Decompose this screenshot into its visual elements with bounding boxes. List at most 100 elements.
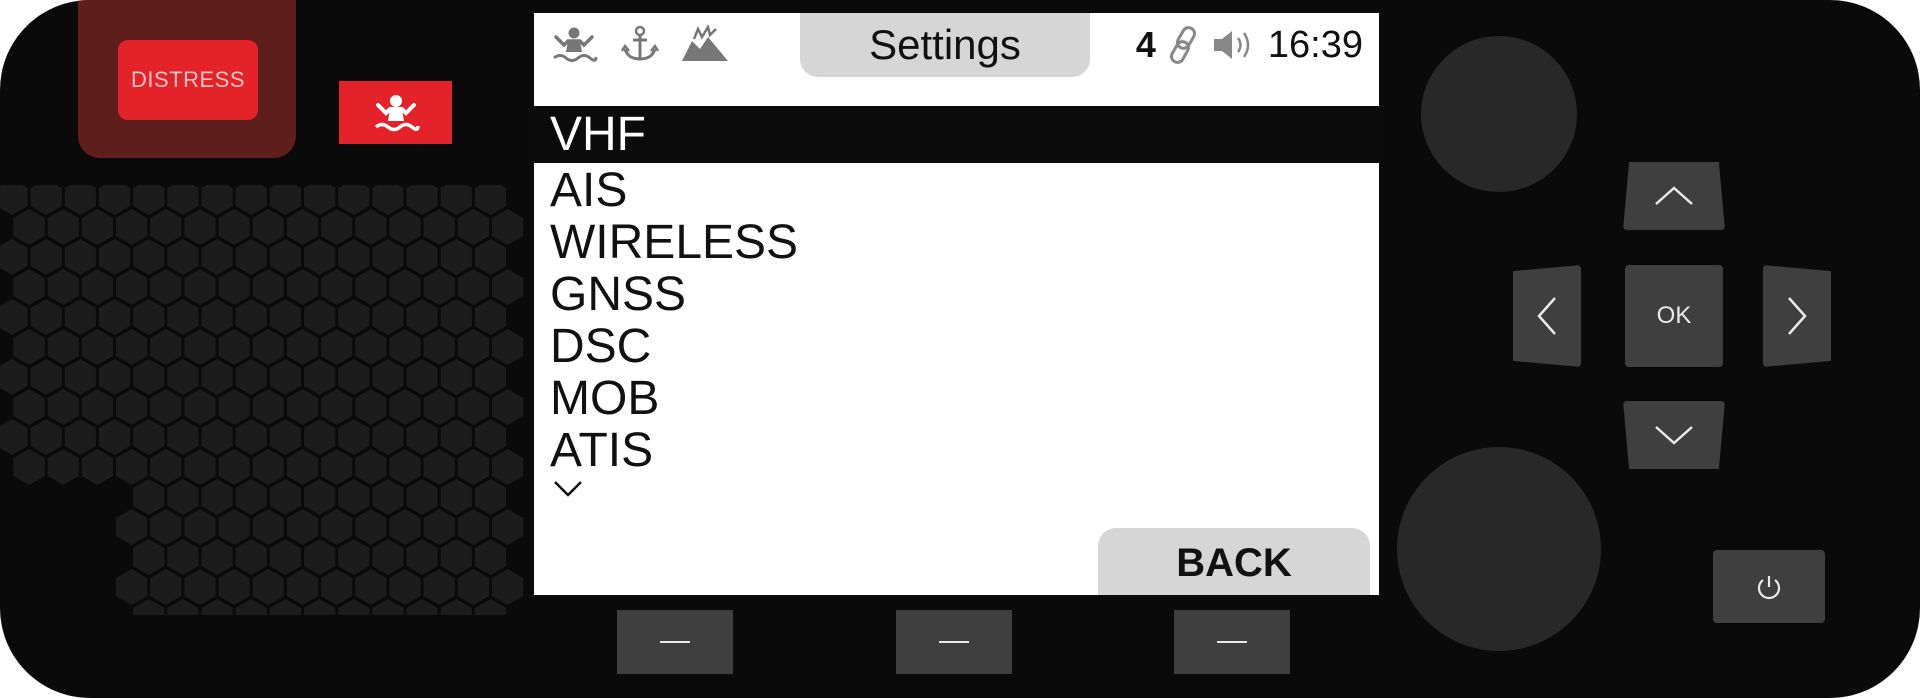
grille-hole	[98, 185, 131, 215]
grille-hole	[201, 419, 233, 455]
grille-hole	[492, 329, 524, 365]
grille-hole	[116, 209, 148, 245]
grille-hole	[269, 539, 301, 575]
grille-hole	[201, 239, 233, 275]
menu-item-wireless[interactable]: WIRELESS	[534, 217, 1379, 269]
grille-hole	[286, 209, 319, 245]
menu-item-ais[interactable]: AIS	[534, 165, 1379, 217]
clock: 16:39	[1267, 23, 1363, 66]
grille-hole	[201, 359, 233, 395]
speaker-icon	[1213, 31, 1250, 59]
settings-menu: VHF AIS WIRELESS GNSS DSC MOB ATIS	[534, 106, 1379, 477]
volume-knob[interactable]	[1421, 36, 1577, 192]
grille-hole	[440, 359, 472, 395]
nav-down-button[interactable]	[1623, 401, 1725, 469]
grille-hole	[13, 449, 45, 485]
grille-hole	[389, 569, 421, 605]
grille-hole	[184, 509, 216, 545]
page-title: Settings	[800, 13, 1090, 77]
grille-hole	[201, 539, 233, 575]
grille-hole	[252, 269, 284, 305]
soft-key-middle[interactable]	[896, 610, 1012, 674]
nav-left-button[interactable]	[1513, 265, 1581, 367]
grille-hole	[167, 185, 199, 215]
nav-right-button[interactable]	[1763, 265, 1831, 367]
grille-hole	[338, 185, 370, 215]
grille-hole	[474, 479, 507, 515]
grille-hole	[286, 569, 319, 605]
grille-hole	[218, 509, 250, 545]
grille-hole	[304, 239, 336, 275]
grille-hole	[218, 329, 250, 365]
distress-button[interactable]: DISTRESS	[118, 40, 258, 120]
grille-hole	[98, 419, 131, 455]
grille-hole	[423, 509, 455, 545]
grille-hole	[150, 329, 182, 365]
grille-hole	[474, 539, 507, 575]
grille-hole	[389, 389, 421, 425]
grille-hole	[252, 209, 284, 245]
soft-key-right[interactable]	[1174, 610, 1290, 674]
nav-up-button[interactable]	[1623, 162, 1725, 230]
grille-hole	[269, 239, 301, 275]
grille-hole	[150, 509, 182, 545]
grille-hole	[492, 509, 524, 545]
channel-knob[interactable]	[1397, 447, 1601, 651]
menu-item-mob[interactable]: MOB	[534, 373, 1379, 425]
grille-hole	[30, 359, 62, 395]
grille-hole	[474, 419, 507, 455]
menu-item-atis[interactable]: ATIS	[534, 425, 1379, 477]
grille-hole	[423, 449, 455, 485]
grille-hole	[474, 299, 507, 335]
grille-hole	[321, 329, 353, 365]
grille-hole	[81, 389, 113, 425]
grille-hole	[304, 539, 336, 575]
soft-key-left[interactable]	[617, 610, 733, 674]
grille-hole	[235, 299, 267, 335]
grille-hole	[492, 389, 524, 425]
grille-hole	[235, 239, 267, 275]
grille-hole	[150, 209, 182, 245]
menu-item-vhf[interactable]: VHF	[534, 106, 1379, 163]
grille-hole	[13, 389, 45, 425]
grille-hole	[218, 389, 250, 425]
grille-hole	[355, 509, 387, 545]
grille-hole	[218, 209, 250, 245]
mob-button[interactable]	[339, 81, 452, 144]
grille-hole	[457, 509, 489, 545]
grille-hole	[389, 449, 421, 485]
grille-hole	[355, 449, 387, 485]
grille-hole	[235, 539, 267, 575]
grille-hole	[269, 185, 301, 215]
grille-hole	[150, 569, 182, 605]
grille-hole	[423, 269, 455, 305]
grille-hole	[184, 569, 216, 605]
grille-hole	[474, 239, 507, 275]
grille-hole	[474, 185, 507, 215]
grille-hole	[389, 209, 421, 245]
grille-hole	[440, 185, 472, 215]
grille-hole	[406, 479, 438, 515]
ok-button[interactable]: OK	[1625, 265, 1723, 367]
menu-item-gnss[interactable]: GNSS	[534, 269, 1379, 321]
grille-hole	[116, 509, 148, 545]
link-icon	[1169, 26, 1196, 64]
grille-hole	[321, 389, 353, 425]
grille-hole	[304, 479, 336, 515]
grille-hole	[0, 185, 28, 215]
grille-hole	[457, 449, 489, 485]
grille-hole	[304, 359, 336, 395]
grille-hole	[30, 419, 62, 455]
back-button[interactable]: BACK	[1098, 528, 1370, 595]
chevron-up-icon	[1655, 186, 1693, 205]
grille-hole	[150, 269, 182, 305]
chevron-right-icon	[1788, 297, 1807, 335]
menu-item-dsc[interactable]: DSC	[534, 321, 1379, 373]
anchor-icon	[620, 25, 660, 61]
grille-hole	[167, 239, 199, 275]
power-button[interactable]	[1713, 550, 1825, 623]
grille-hole	[321, 269, 353, 305]
grille-hole	[372, 299, 404, 335]
ok-label: OK	[1656, 302, 1692, 329]
grille-hole	[269, 479, 301, 515]
